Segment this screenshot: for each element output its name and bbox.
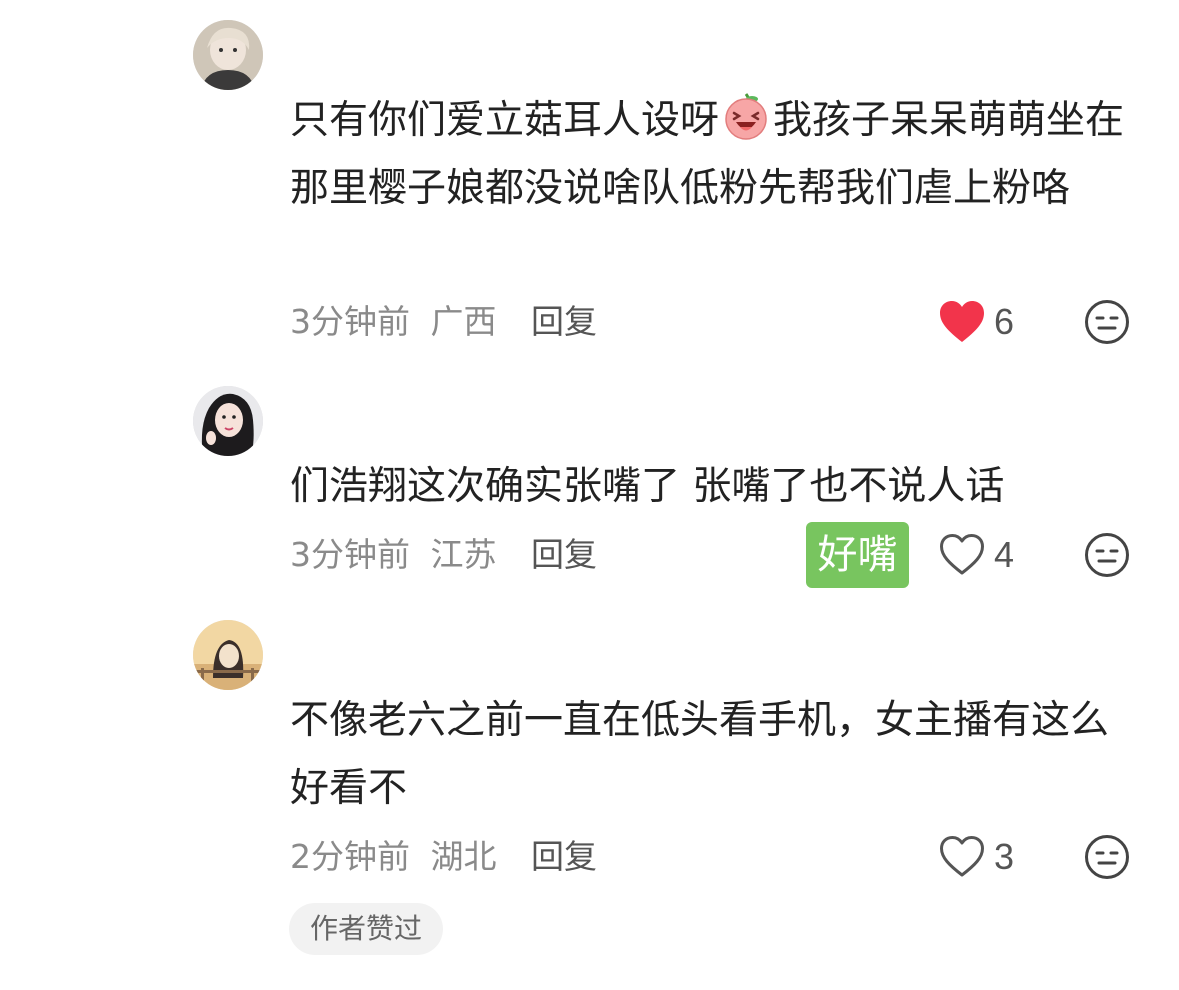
comment-text-part: 只有你们爱立菇耳人设呀 — [290, 98, 720, 143]
comment-text: 只有你们爱立菇耳人设呀 我孩子呆呆萌萌坐在那里樱子娘都没说啥队低粉先帮我们虐上粉… — [290, 87, 1140, 223]
timestamp: 2分钟前 — [290, 837, 410, 876]
timestamp: 3分钟前 — [290, 535, 410, 574]
like-count: 4 — [994, 534, 1015, 575]
location: 广西 — [430, 302, 497, 341]
like-count: 3 — [994, 836, 1015, 877]
comment-meta: 2分钟前 湖北 回复 — [290, 832, 597, 882]
avatar[interactable] — [193, 20, 263, 90]
reply-button[interactable]: 回复 — [531, 535, 597, 574]
heart-outline-icon — [940, 836, 984, 877]
heart-filled-icon — [940, 301, 984, 342]
heart-outline-icon — [940, 534, 984, 575]
avatar[interactable] — [193, 386, 263, 456]
dislike-face-icon[interactable] — [1084, 532, 1130, 578]
comment-text: 们浩翔这次确实张嘴了 张嘴了也不说人话 — [290, 464, 1005, 509]
avatar[interactable] — [193, 620, 263, 690]
location: 湖北 — [430, 837, 497, 876]
sticker[interactable]: 好嘴 — [806, 522, 909, 588]
reply-button[interactable]: 回复 — [531, 837, 597, 876]
dislike-face-icon[interactable] — [1084, 834, 1130, 880]
dislike-face-icon[interactable] — [1084, 299, 1130, 345]
like-count: 6 — [994, 301, 1015, 342]
comment-meta: 3分钟前 江苏 回复 — [290, 530, 597, 580]
author-liked-badge: 作者赞过 — [289, 903, 443, 955]
laughing-peach-emoji-icon — [721, 91, 771, 141]
like-button[interactable]: 4 — [938, 530, 1014, 580]
comment-text: 不像老六之前一直在低头看手机，女主播有这么好看不 — [290, 698, 1110, 811]
comment-meta: 3分钟前 广西 回复 — [290, 297, 597, 347]
reply-button[interactable]: 回复 — [531, 302, 597, 341]
location: 江苏 — [430, 535, 497, 574]
timestamp: 3分钟前 — [290, 302, 410, 341]
like-button[interactable]: 6 — [938, 297, 1014, 347]
like-button[interactable]: 3 — [938, 832, 1014, 882]
